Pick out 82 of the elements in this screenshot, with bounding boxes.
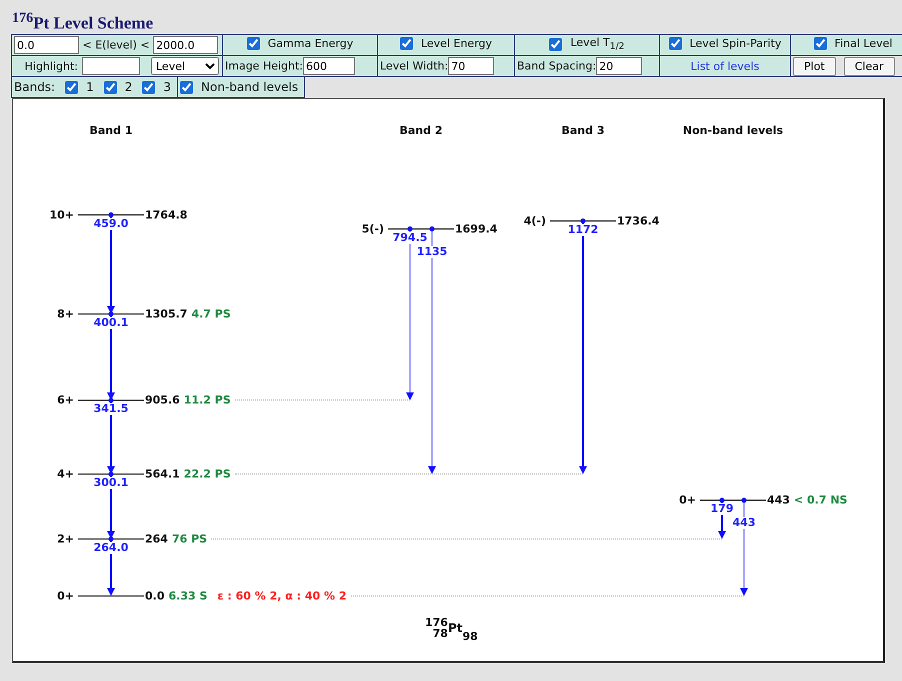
band-spacing-label: Band Spacing: [517, 60, 596, 72]
action-button[interactable]: Clear [844, 56, 895, 76]
highlight-field[interactable] [82, 57, 140, 75]
decay-modes: ε : 60 % 2, α : 40 % 2 [217, 590, 346, 602]
option-label: Final Level [834, 37, 892, 50]
half-life: 11.2 PS [184, 394, 231, 407]
level-energy: 1699.4 [455, 222, 498, 236]
level-energy: 1736.4 [617, 214, 660, 228]
energy-range-label: < E(level) < [82, 38, 150, 52]
bands-label: Bands: [14, 80, 56, 94]
gamma-energy: 400.1 [92, 316, 130, 329]
max-energy-field[interactable]: 2000.0 [153, 36, 218, 54]
page-title: $^{176}$Pt Level Scheme [11, 9, 154, 34]
option-label: Level Spin-Parity [690, 37, 782, 50]
gamma-energy: 443 [732, 517, 756, 530]
option-checkbox[interactable] [246, 37, 260, 50]
spin-parity-label: 10+ [49, 208, 74, 222]
image-height-field[interactable]: 600 [303, 57, 356, 75]
level-energy: 264 [145, 532, 168, 546]
level-line [78, 214, 144, 216]
band-title: Band 1 [90, 124, 132, 137]
level-energy: 564.1 [145, 468, 180, 481]
option-label: Level Energy [420, 37, 492, 50]
level-line [78, 400, 144, 402]
spin-parity-label: 2+ [57, 532, 74, 546]
option-label: Level T$_{1/2}$ [570, 36, 624, 52]
non-band-label: Non-band levels [201, 80, 298, 94]
level-width-label: Level Width: [380, 60, 448, 72]
gamma-energy: 300.1 [92, 477, 130, 490]
gamma-energy: 794.5 [392, 232, 428, 244]
band-spacing-field[interactable]: 20 [596, 57, 642, 75]
spin-parity-label: 5(-) [362, 222, 384, 236]
band-number: 2 [124, 80, 132, 94]
spin-parity-label: 0+ [679, 494, 696, 507]
action-button[interactable]: Plot [793, 56, 836, 76]
image-height-label: Image Height: [225, 60, 304, 72]
option-checkbox[interactable] [549, 38, 562, 51]
option-label: Gamma Energy [268, 37, 354, 50]
level-line [78, 538, 144, 540]
highlight-mode-select[interactable]: Level [151, 57, 219, 75]
gamma-energy: 1135 [416, 246, 448, 258]
spin-parity-label: 0+ [57, 590, 74, 602]
gamma-energy: 179 [710, 503, 734, 516]
half-life: 6.33 S [168, 590, 208, 602]
band-checkbox[interactable] [142, 80, 156, 94]
level-line [550, 220, 616, 222]
band-title: Non-band levels [682, 124, 784, 137]
half-life: 22.2 PS [184, 468, 231, 481]
spin-parity-label: 4(-) [524, 214, 546, 228]
gamma-energy: 459.0 [92, 218, 130, 230]
half-life: < 0.7 NS [794, 494, 848, 507]
level-energy: 443 [767, 494, 790, 507]
band-checkbox[interactable] [104, 80, 117, 94]
gamma-energy: 341.5 [92, 403, 130, 416]
half-life: 76 PS [172, 532, 208, 546]
half-life: 4.7 PS [191, 307, 231, 320]
level-line [78, 474, 144, 475]
level-energy: 1764.8 [145, 208, 188, 222]
level-energy: 1305.7 [145, 307, 188, 320]
level-width-field[interactable]: 70 [448, 57, 494, 75]
band-title: Band 3 [562, 124, 604, 137]
band-title: Band 2 [400, 124, 442, 137]
band-checkbox[interactable] [65, 80, 78, 94]
band-number: 1 [86, 80, 94, 94]
min-energy-field[interactable]: 0.0 [14, 36, 79, 54]
spin-parity-label: 8+ [57, 307, 74, 320]
highlight-label: Highlight: [24, 60, 78, 72]
option-checkbox[interactable] [668, 37, 682, 50]
level-line [78, 595, 144, 597]
gamma-energy: 264.0 [92, 542, 130, 554]
option-checkbox[interactable] [814, 37, 827, 50]
level-energy: 905.6 [145, 394, 180, 407]
level-line [78, 313, 144, 315]
level-energy: 0.0 [145, 590, 164, 602]
spin-parity-label: 6+ [57, 394, 74, 407]
gamma-energy: 1172 [566, 224, 600, 236]
non-band-checkbox[interactable] [180, 80, 194, 94]
option-checkbox[interactable] [400, 37, 413, 50]
band-number: 3 [163, 80, 172, 94]
level-line [388, 228, 454, 230]
level-line [700, 500, 766, 501]
spin-parity-label: 4+ [57, 468, 74, 481]
